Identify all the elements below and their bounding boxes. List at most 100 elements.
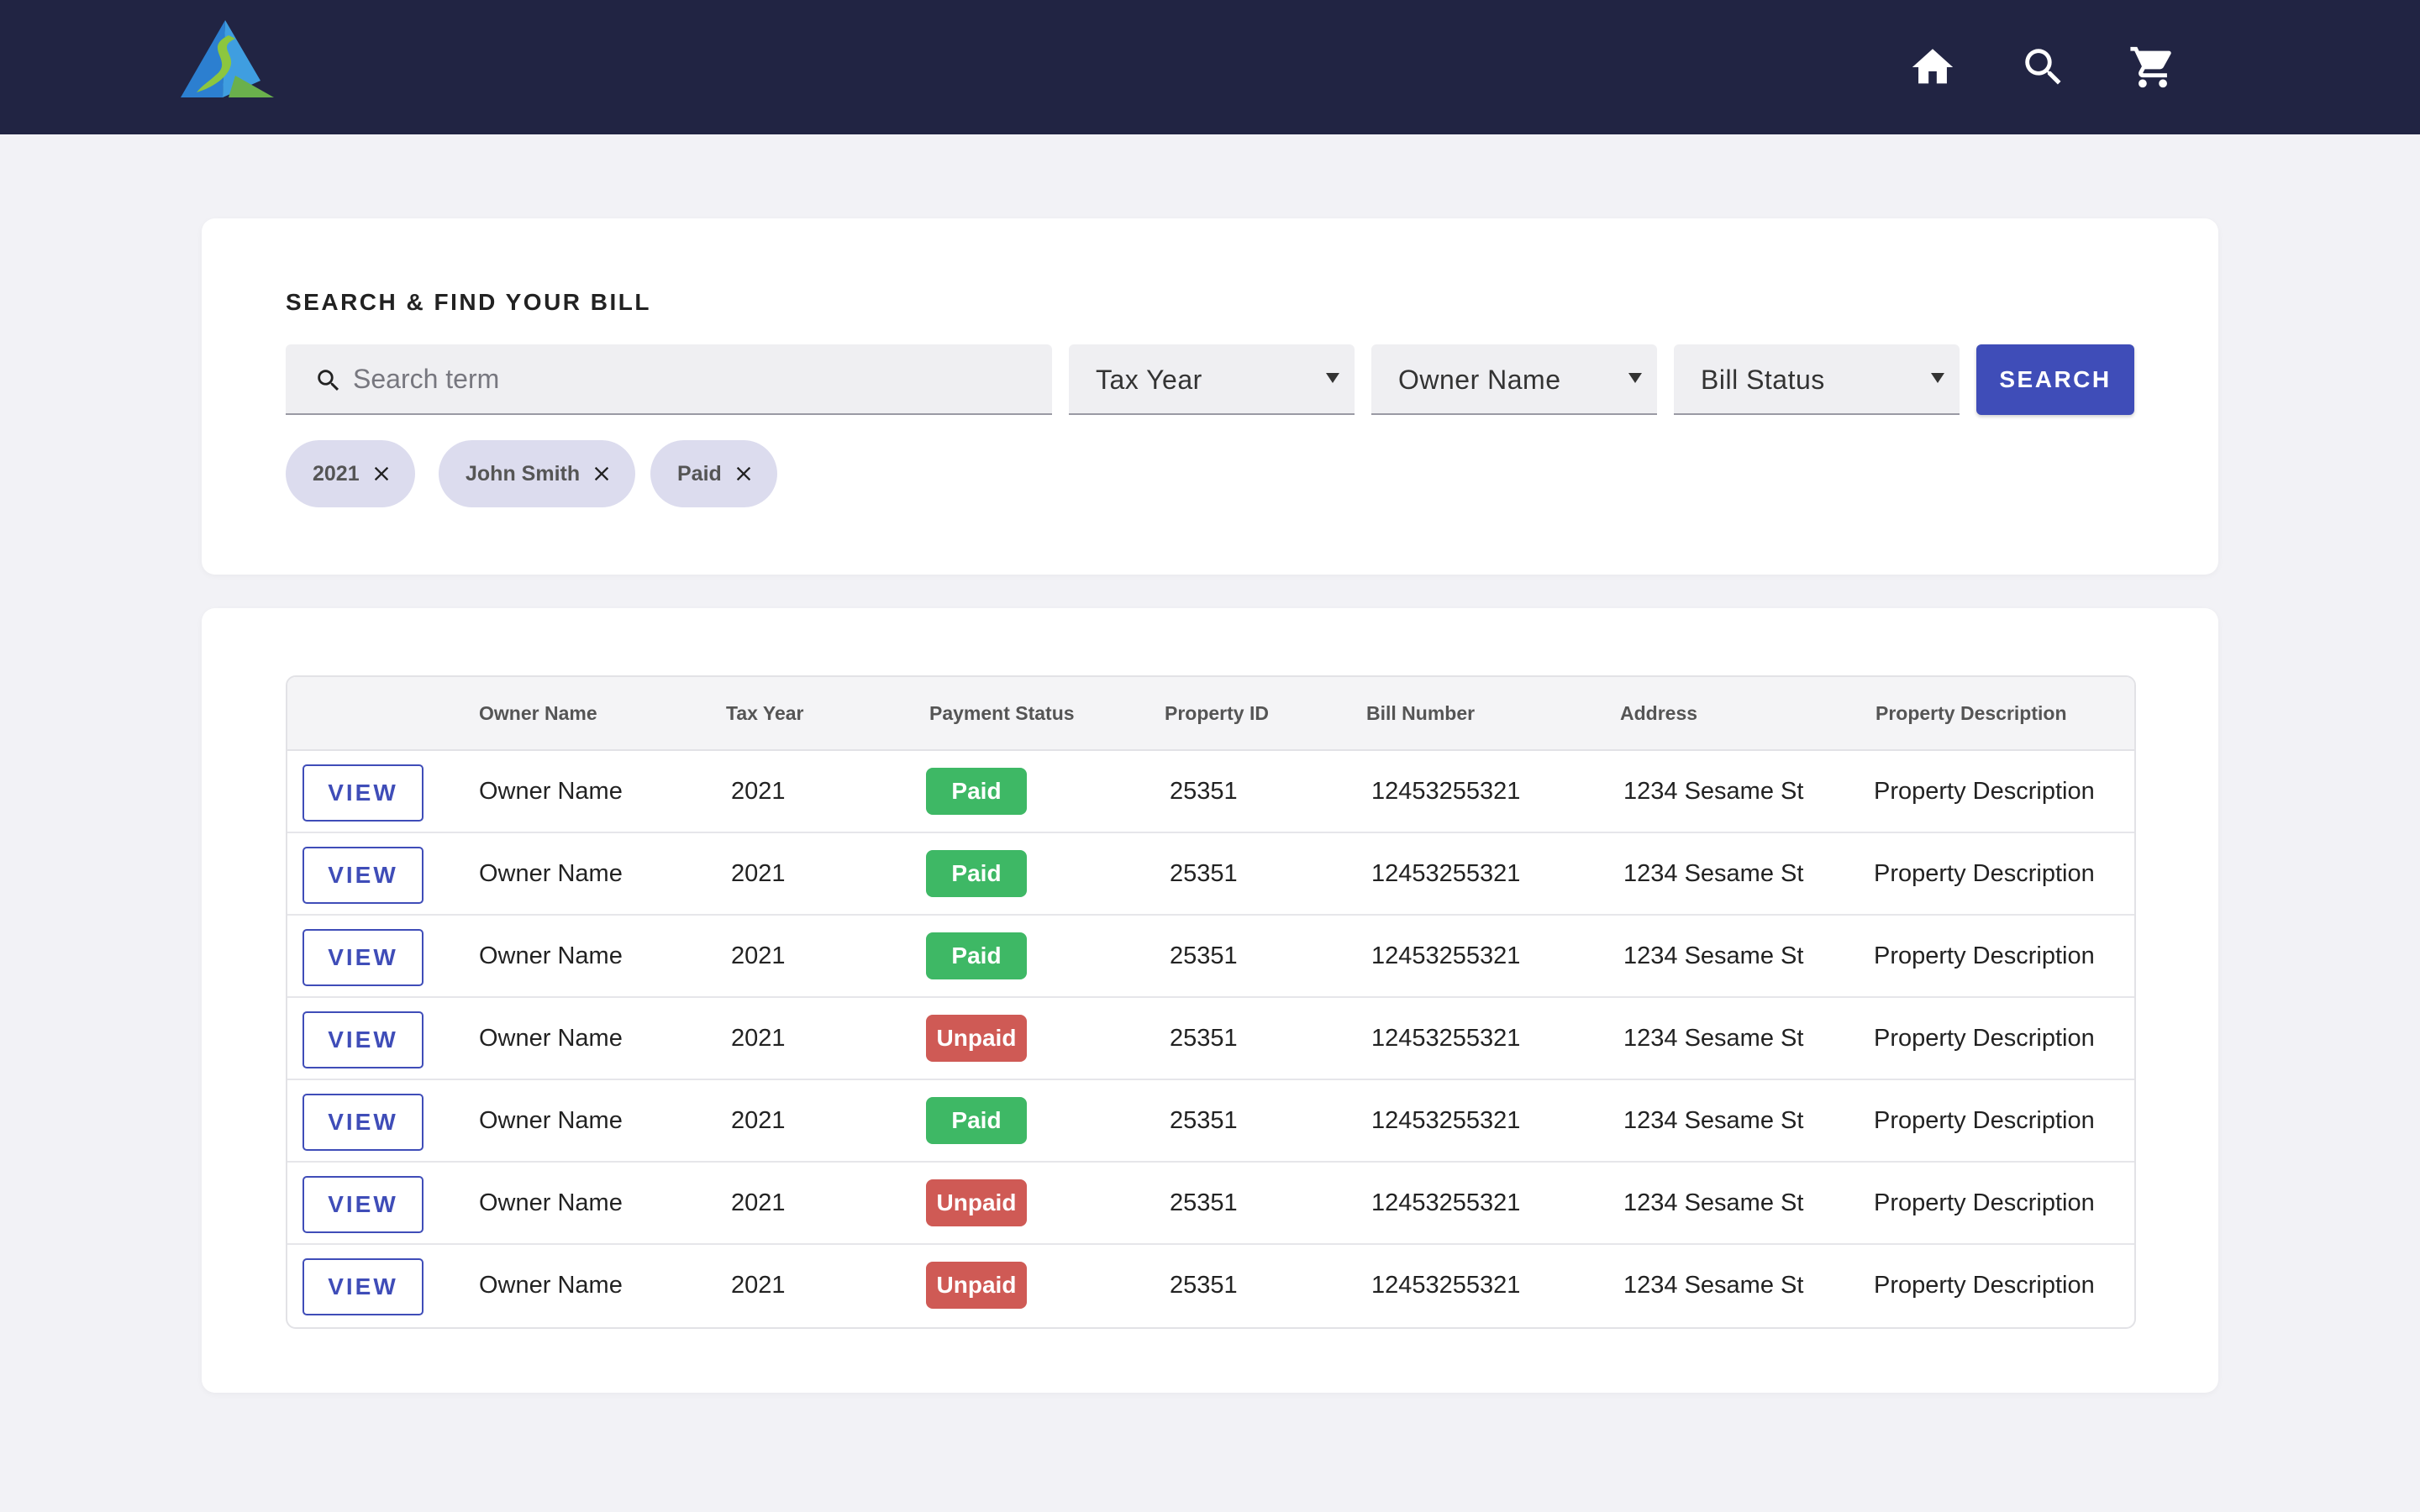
search-card: SEARCH & FIND YOUR BILL Tax Year Owner N… bbox=[202, 218, 2218, 575]
chevron-down-icon bbox=[1628, 373, 1642, 383]
owner-name-cell: Owner Name bbox=[479, 1272, 623, 1299]
view-button[interactable]: VIEW bbox=[302, 1258, 424, 1315]
view-button[interactable]: VIEW bbox=[302, 1094, 424, 1151]
search-icon bbox=[314, 366, 343, 395]
tax-year-cell: 2021 bbox=[731, 942, 786, 969]
property-id-cell: 25351 bbox=[1170, 1107, 1238, 1134]
property-description-cell: Property Description bbox=[1874, 860, 2095, 887]
property-id-cell: 25351 bbox=[1170, 778, 1238, 805]
bill-status-select-label: Bill Status bbox=[1701, 365, 1825, 395]
address-cell: 1234 Sesame St bbox=[1623, 778, 1804, 805]
cart-icon[interactable] bbox=[2128, 42, 2178, 92]
bill-number-cell: 12453255321 bbox=[1371, 1272, 1521, 1299]
chip-label: John Smith bbox=[466, 461, 581, 486]
address-cell: 1234 Sesame St bbox=[1623, 1272, 1804, 1299]
tax-year-cell: 2021 bbox=[731, 778, 786, 805]
status-badge: Unpaid bbox=[926, 1179, 1027, 1226]
owner-name-cell: Owner Name bbox=[479, 860, 623, 887]
status-badge: Unpaid bbox=[926, 1015, 1027, 1062]
column-header: Address bbox=[1620, 702, 1698, 724]
owner-name-select-label: Owner Name bbox=[1398, 365, 1561, 395]
column-header: Tax Year bbox=[726, 702, 804, 724]
filter-chip: Paid bbox=[650, 440, 777, 507]
property-id-cell: 25351 bbox=[1170, 860, 1238, 887]
bill-status-select[interactable]: Bill Status bbox=[1674, 344, 1960, 415]
column-header: Property ID bbox=[1165, 702, 1269, 724]
owner-name-cell: Owner Name bbox=[479, 1189, 623, 1216]
status-badge: Unpaid bbox=[926, 1262, 1027, 1309]
tax-year-cell: 2021 bbox=[731, 1025, 786, 1052]
address-cell: 1234 Sesame St bbox=[1623, 942, 1804, 969]
status-badge: Paid bbox=[926, 1097, 1027, 1144]
bill-number-cell: 12453255321 bbox=[1371, 860, 1521, 887]
bill-number-cell: 12453255321 bbox=[1371, 778, 1521, 805]
chip-label: Paid bbox=[677, 461, 722, 486]
column-header: Owner Name bbox=[479, 702, 597, 724]
tax-year-select[interactable]: Tax Year bbox=[1069, 344, 1355, 415]
view-button[interactable]: VIEW bbox=[302, 929, 424, 986]
view-button[interactable]: VIEW bbox=[302, 1011, 424, 1068]
bill-number-cell: 12453255321 bbox=[1371, 942, 1521, 969]
owner-name-cell: Owner Name bbox=[479, 1025, 623, 1052]
address-cell: 1234 Sesame St bbox=[1623, 1025, 1804, 1052]
table-row: VIEW Owner Name 2021 25351 12453255321 1234 S… bbox=[287, 751, 2134, 833]
status-badge: Paid bbox=[926, 850, 1027, 897]
table-header: Owner Name Tax Year Payment Status Prope… bbox=[287, 677, 2134, 751]
bill-number-cell: 12453255321 bbox=[1371, 1107, 1521, 1134]
view-button[interactable]: VIEW bbox=[302, 847, 424, 904]
address-cell: 1234 Sesame St bbox=[1623, 860, 1804, 887]
owner-name-cell: Owner Name bbox=[479, 778, 623, 805]
close-icon[interactable] bbox=[370, 462, 393, 486]
filter-chip: 2021 bbox=[286, 440, 415, 507]
table-row: VIEW Owner Name 2021 25351 12453255321 1234 S… bbox=[287, 833, 2134, 916]
chip-label: 2021 bbox=[313, 461, 360, 486]
tax-year-cell: 2021 bbox=[731, 1189, 786, 1216]
tax-year-select-label: Tax Year bbox=[1096, 365, 1202, 395]
results-card: Owner Name Tax Year Payment Status Prope… bbox=[202, 608, 2218, 1393]
owner-name-select[interactable]: Owner Name bbox=[1371, 344, 1657, 415]
address-cell: 1234 Sesame St bbox=[1623, 1107, 1804, 1134]
property-description-cell: Property Description bbox=[1874, 942, 2095, 969]
property-description-cell: Property Description bbox=[1874, 778, 2095, 805]
property-description-cell: Property Description bbox=[1874, 1025, 2095, 1052]
bill-number-cell: 12453255321 bbox=[1371, 1189, 1521, 1216]
address-cell: 1234 Sesame St bbox=[1623, 1189, 1804, 1216]
property-description-cell: Property Description bbox=[1874, 1107, 2095, 1134]
search-input[interactable] bbox=[353, 344, 1025, 413]
close-icon[interactable] bbox=[732, 462, 755, 486]
bill-number-cell: 12453255321 bbox=[1371, 1025, 1521, 1052]
owner-name-cell: Owner Name bbox=[479, 1107, 623, 1134]
search-title: SEARCH & FIND YOUR BILL bbox=[286, 289, 651, 315]
property-id-cell: 25351 bbox=[1170, 942, 1238, 969]
tax-year-cell: 2021 bbox=[731, 1107, 786, 1134]
chevron-down-icon bbox=[1931, 373, 1944, 383]
top-navigation-bar bbox=[0, 0, 2420, 134]
view-button[interactable]: VIEW bbox=[302, 1176, 424, 1233]
brand-logo[interactable] bbox=[176, 17, 277, 101]
table-row: VIEW Owner Name 2021 25351 12453255321 1234 S… bbox=[287, 1080, 2134, 1163]
table-row: VIEW Owner Name 2021 25351 12453255321 1234 S… bbox=[287, 1245, 2134, 1327]
table-row: VIEW Owner Name 2021 25351 12453255321 1234 S… bbox=[287, 998, 2134, 1080]
property-id-cell: 25351 bbox=[1170, 1189, 1238, 1216]
status-badge: Paid bbox=[926, 932, 1027, 979]
close-icon[interactable] bbox=[590, 462, 613, 486]
property-id-cell: 25351 bbox=[1170, 1025, 1238, 1052]
search-button[interactable]: SEARCH bbox=[1976, 344, 2134, 415]
table-row: VIEW Owner Name 2021 25351 12453255321 1234 S… bbox=[287, 916, 2134, 998]
view-button[interactable]: VIEW bbox=[302, 764, 424, 822]
chevron-down-icon bbox=[1326, 373, 1339, 383]
tax-year-cell: 2021 bbox=[731, 860, 786, 887]
owner-name-cell: Owner Name bbox=[479, 942, 623, 969]
column-header: Payment Status bbox=[929, 702, 1075, 724]
home-icon[interactable] bbox=[1907, 42, 1958, 92]
property-description-cell: Property Description bbox=[1874, 1272, 2095, 1299]
column-header: Property Description bbox=[1876, 702, 2067, 724]
filter-chip: John Smith bbox=[439, 440, 636, 507]
table-row: VIEW Owner Name 2021 25351 12453255321 1234 S… bbox=[287, 1163, 2134, 1245]
search-field[interactable] bbox=[286, 344, 1052, 415]
results-table: Owner Name Tax Year Payment Status Prope… bbox=[286, 675, 2136, 1329]
search-icon[interactable] bbox=[2018, 42, 2069, 92]
column-header: Bill Number bbox=[1366, 702, 1476, 724]
status-badge: Paid bbox=[926, 768, 1027, 815]
property-id-cell: 25351 bbox=[1170, 1272, 1238, 1299]
